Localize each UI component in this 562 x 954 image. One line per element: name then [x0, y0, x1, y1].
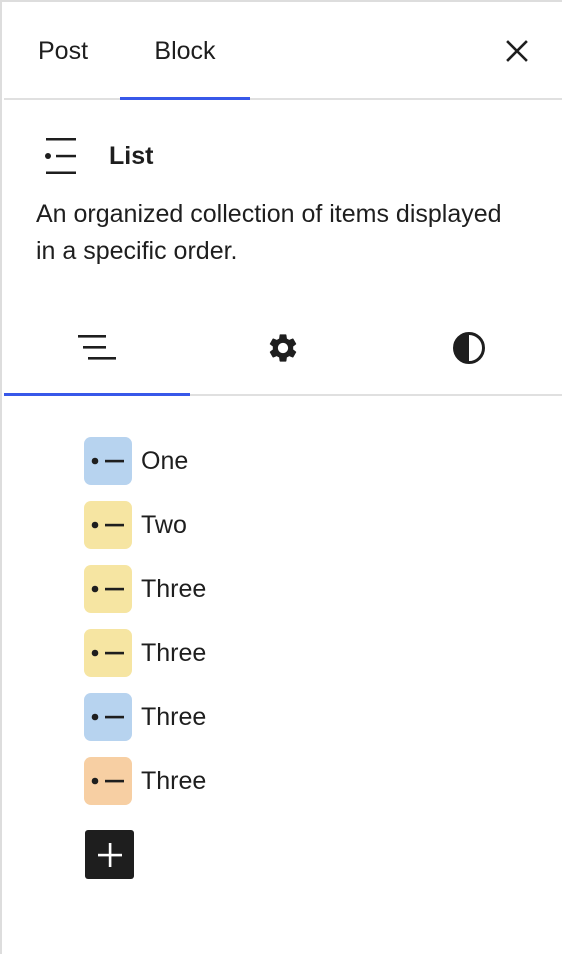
list-item-icon: [84, 693, 132, 741]
list-item-bullet-icon: [91, 777, 124, 785]
list-item-bullet-icon: [91, 585, 124, 593]
block-title: List: [109, 142, 154, 170]
list-item[interactable]: One: [84, 437, 188, 485]
tab-settings[interactable]: [190, 302, 376, 394]
list-item[interactable]: Three: [84, 629, 206, 677]
list-item-bullet-icon: [91, 457, 124, 465]
list-item-label: Three: [141, 638, 207, 667]
tab-post[interactable]: Post: [22, 4, 104, 98]
close-icon: [506, 40, 528, 62]
list-item-bullet-icon: [91, 521, 124, 529]
inspector-tabs: [4, 302, 562, 396]
block-description: An organized collection of items display…: [36, 200, 502, 265]
add-block-button[interactable]: [85, 830, 134, 879]
list-item-label: Two: [141, 510, 187, 539]
list-item-icon: [84, 437, 132, 485]
list-item-label: Three: [141, 766, 207, 795]
list-view-icon: [78, 335, 116, 360]
list-icon: [45, 138, 76, 174]
list-item-label: Three: [141, 702, 207, 731]
tab-block[interactable]: Block: [120, 4, 250, 100]
tab-list-view[interactable]: [4, 302, 190, 396]
settings-gear-icon: [269, 334, 297, 362]
close-button[interactable]: [498, 32, 536, 70]
list-item-bullet-icon: [91, 713, 124, 721]
list-item-label: Three: [141, 574, 207, 603]
list-item-label: One: [141, 446, 189, 475]
styles-contrast-icon: [453, 332, 485, 364]
list-item-icon: [84, 501, 132, 549]
tab-styles[interactable]: [376, 302, 562, 394]
list-item-icon: [84, 757, 132, 805]
plus-icon: [97, 842, 122, 867]
list-item[interactable]: Three: [84, 757, 206, 805]
list-item[interactable]: Three: [84, 693, 206, 741]
list-item-bullet-icon: [91, 649, 124, 657]
block-inspector-panel: Post Block List An organized collection …: [0, 0, 562, 954]
list-item[interactable]: Two: [84, 501, 187, 549]
sidebar-tabs: Post Block: [4, 4, 562, 100]
list-item-icon: [84, 565, 132, 613]
list-item[interactable]: Three: [84, 565, 206, 613]
list-item-icon: [84, 629, 132, 677]
